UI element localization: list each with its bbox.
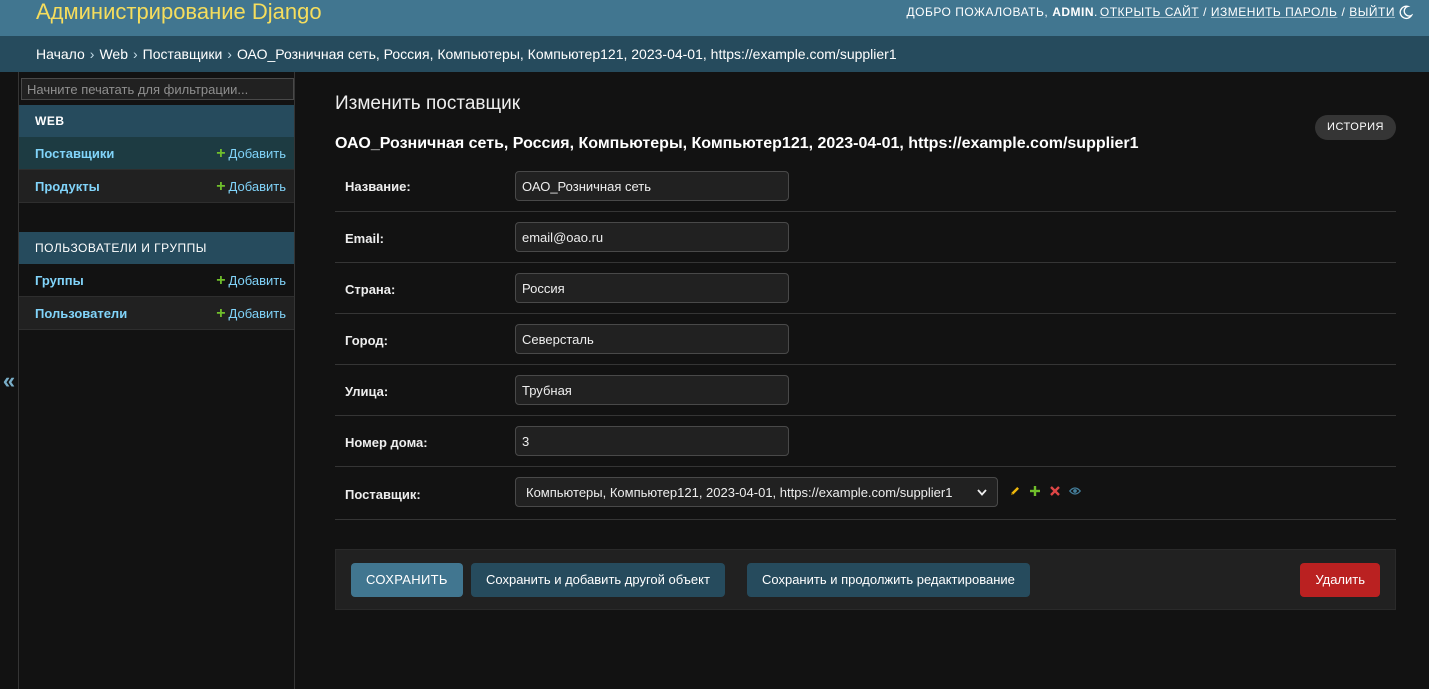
breadcrumb-separator: › — [133, 46, 138, 62]
breadcrumb-model[interactable]: Поставщики — [143, 46, 223, 62]
separator: / — [1341, 5, 1346, 19]
username: admin — [1052, 5, 1095, 19]
breadcrumb-separator: › — [227, 46, 232, 62]
field-label: Страна: — [345, 282, 396, 297]
object-title: ОАО_Розничная сеть, Россия, Компьютеры, … — [335, 135, 1139, 152]
sidebar-toggle-button[interactable]: « — [0, 72, 18, 689]
add-group-link[interactable]: + Добавить — [216, 271, 286, 289]
module-caption-auth[interactable]: Пользователи и группы — [19, 232, 294, 264]
save-button[interactable]: Сохранить — [351, 563, 463, 597]
module-auth: Пользователи и группы Группы + Добавить П… — [19, 232, 294, 330]
sidebar-item-groups: Группы + Добавить — [19, 264, 294, 297]
submit-row: Сохранить Сохранить и добавить другой об… — [335, 549, 1396, 610]
module-caption-web[interactable]: Web — [19, 105, 294, 137]
add-label: Добавить — [228, 178, 286, 194]
plus-icon: + — [216, 144, 226, 162]
form-row-house-number: Номер дома: — [335, 426, 1396, 467]
chevron-down-icon — [977, 487, 987, 497]
supplier-select[interactable]: Компьютеры, Компьютер121, 2023-04-01, ht… — [515, 477, 998, 507]
form-row-city: Город: — [335, 324, 1396, 365]
delete-button[interactable]: Удалить — [1300, 563, 1380, 597]
history-button[interactable]: История — [1315, 115, 1396, 140]
view-site-link[interactable]: Открыть сайт — [1100, 5, 1199, 19]
sidebar: Web Поставщики +Добавить Продукты +Добав… — [18, 72, 295, 689]
module-web: Web Поставщики + Добавить Продукты + Добав… — [19, 105, 294, 203]
plus-icon: + — [216, 177, 226, 195]
sidebar-item-products: Продукты + Добавить — [19, 170, 294, 203]
sidebar-item-suppliers: Поставщики + Добавить — [19, 137, 294, 170]
form-row-email: Email: — [335, 222, 1396, 263]
breadcrumb-current: ОАО_Розничная сеть, Россия, Компьютеры, … — [236, 46, 897, 62]
related-widget-icons — [1009, 485, 1081, 497]
sidebar-item-users: Пользователи + Добавить — [19, 297, 294, 330]
header: Администрирование Django Добро пожаловат… — [0, 0, 1429, 36]
separator: / — [1203, 5, 1207, 19]
breadcrumb-app[interactable]: Web — [99, 46, 128, 62]
plus-icon[interactable] — [1029, 485, 1041, 497]
field-label: Поставщик: — [345, 487, 421, 502]
sidebar-item-label[interactable]: Поставщики — [35, 146, 114, 161]
change-password-link[interactable]: Изменить пароль — [1211, 5, 1338, 19]
moon-icon[interactable] — [1397, 4, 1413, 20]
field-label: Email: — [345, 231, 385, 246]
form-row-name: Название: — [335, 171, 1396, 212]
delete-x-icon[interactable] — [1049, 485, 1061, 497]
form-row-street: Улица: — [335, 375, 1396, 416]
welcome-text: Добро пожаловать, — [906, 5, 1049, 19]
add-label: Добавить — [228, 145, 286, 161]
logout-link[interactable]: Выйти — [1349, 5, 1395, 19]
add-label: Добавить — [228, 305, 286, 321]
add-supplier-link[interactable]: + Добавить — [216, 144, 286, 162]
field-label: Название: — [345, 179, 411, 194]
sidebar-item-label[interactable]: Группы — [35, 273, 84, 288]
breadcrumb-home[interactable]: Начало — [36, 46, 85, 62]
add-label: Добавить — [228, 272, 286, 288]
email-field[interactable] — [515, 222, 789, 252]
city-field[interactable] — [515, 324, 789, 354]
house-number-field[interactable] — [515, 426, 789, 456]
dot: . — [1094, 5, 1098, 19]
plus-icon: + — [216, 271, 226, 289]
eye-icon[interactable] — [1069, 485, 1081, 497]
sidebar-item-label[interactable]: Пользователи — [35, 306, 127, 321]
name-field[interactable] — [515, 171, 789, 201]
save-and-continue-button[interactable]: Сохранить и продолжить редактирование — [747, 563, 1030, 597]
add-product-link[interactable]: + Добавить — [216, 177, 286, 195]
supplier-select-value: Компьютеры, Компьютер121, 2023-04-01, ht… — [526, 484, 953, 500]
user-tools: Добро пожаловать, admin . Открыть сайт /… — [906, 0, 1429, 24]
site-name[interactable]: Администрирование Django — [36, 0, 322, 24]
field-label: Город: — [345, 333, 388, 348]
form-row-supplier: Поставщик: Компьютеры, Компьютер121, 202… — [335, 477, 1396, 520]
add-user-link[interactable]: + Добавить — [216, 304, 286, 322]
page-title: Изменить поставщик — [335, 93, 521, 114]
pencil-icon[interactable] — [1009, 485, 1021, 497]
country-field[interactable] — [515, 273, 789, 303]
street-field[interactable] — [515, 375, 789, 405]
form-row-country: Страна: — [335, 273, 1396, 314]
nav-filter-input[interactable] — [21, 78, 294, 100]
breadcrumb: Начало › Web › Поставщики › ОАО_Розничная сеть… — [0, 36, 1429, 72]
sidebar-item-label[interactable]: Продукты — [35, 179, 100, 194]
breadcrumb-separator: › — [89, 46, 95, 62]
field-label: Улица: — [345, 384, 389, 399]
save-and-add-another-button[interactable]: Сохранить и добавить другой объект — [471, 563, 725, 597]
main-content: Изменить поставщик История ОАО_Розничная… — [335, 72, 1396, 689]
plus-icon: + — [216, 304, 226, 322]
field-label: Номер дома: — [345, 435, 428, 450]
